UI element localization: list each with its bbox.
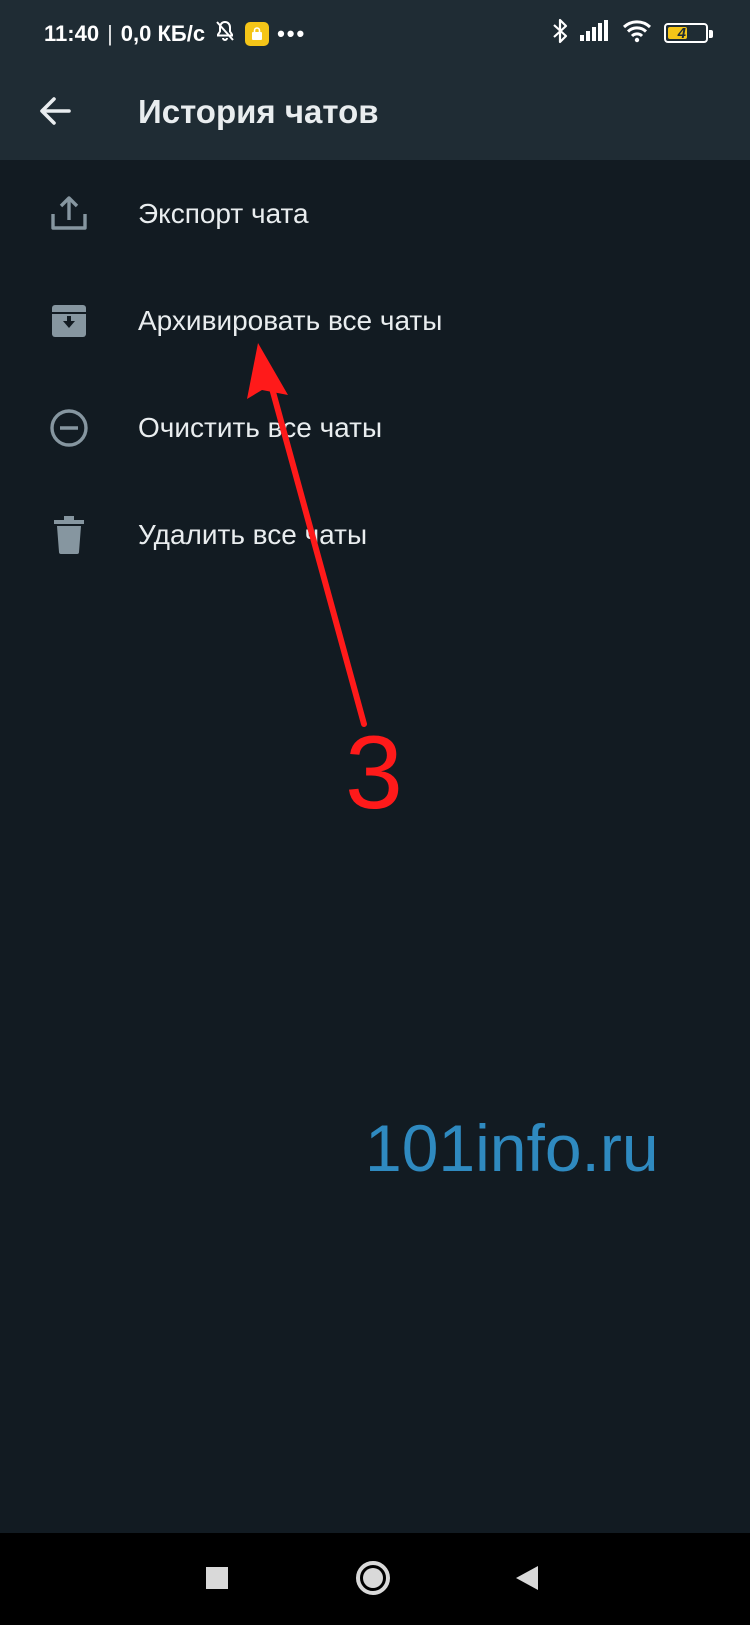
status-time: 11:40 <box>44 21 100 46</box>
menu-item-archive-all[interactable]: Архивировать все чаты <box>0 267 750 374</box>
menu-item-label: Очистить все чаты <box>138 411 383 443</box>
trash-icon <box>48 514 90 556</box>
minus-circle-icon <box>48 407 90 449</box>
battery-cap <box>709 30 713 38</box>
annotation-step-number: 3 <box>345 715 403 831</box>
home-circle-icon <box>355 1560 391 1601</box>
app-bar: История чатов <box>0 66 750 160</box>
status-bar-left: 11:40 | 0,0 КБ/с ••• <box>44 20 306 48</box>
nav-back-button[interactable] <box>504 1557 550 1603</box>
watermark: 101info.ru <box>365 1111 659 1185</box>
home-button[interactable] <box>350 1557 396 1603</box>
app-badge-icon <box>245 22 270 46</box>
menu-item-label: Экспорт чата <box>138 197 309 229</box>
recents-button[interactable] <box>194 1557 240 1603</box>
status-separator: | <box>107 21 113 46</box>
export-icon <box>48 193 90 235</box>
status-bar-right: 47 <box>552 18 713 49</box>
bluetooth-icon <box>552 18 568 49</box>
battery-icon: 47 <box>664 23 713 43</box>
battery-level: 47 <box>677 24 695 42</box>
menu-item-clear-all[interactable]: Очистить все чаты <box>0 374 750 481</box>
chat-history-menu: Экспорт чата Архивировать все чаты Очист… <box>0 160 750 588</box>
recents-square-icon <box>205 1566 229 1595</box>
more-notifications-icon: ••• <box>277 21 307 46</box>
menu-item-label: Удалить все чаты <box>138 518 368 550</box>
status-network-speed: 0,0 КБ/с <box>120 21 206 46</box>
menu-item-label: Архивировать все чаты <box>138 304 443 336</box>
bell-off-icon <box>213 19 237 49</box>
back-button[interactable] <box>30 88 80 138</box>
signal-icon <box>580 19 610 47</box>
wifi-icon <box>622 19 652 48</box>
system-nav-bar <box>0 1533 750 1625</box>
arrow-left-icon <box>38 96 72 131</box>
archive-icon <box>48 300 90 342</box>
menu-item-export-chat[interactable]: Экспорт чата <box>0 160 750 267</box>
menu-item-delete-all[interactable]: Удалить все чаты <box>0 481 750 588</box>
back-triangle-icon <box>514 1564 540 1597</box>
page-title: История чатов <box>138 93 379 130</box>
status-bar: 11:40 | 0,0 КБ/с ••• 47 <box>0 0 750 66</box>
